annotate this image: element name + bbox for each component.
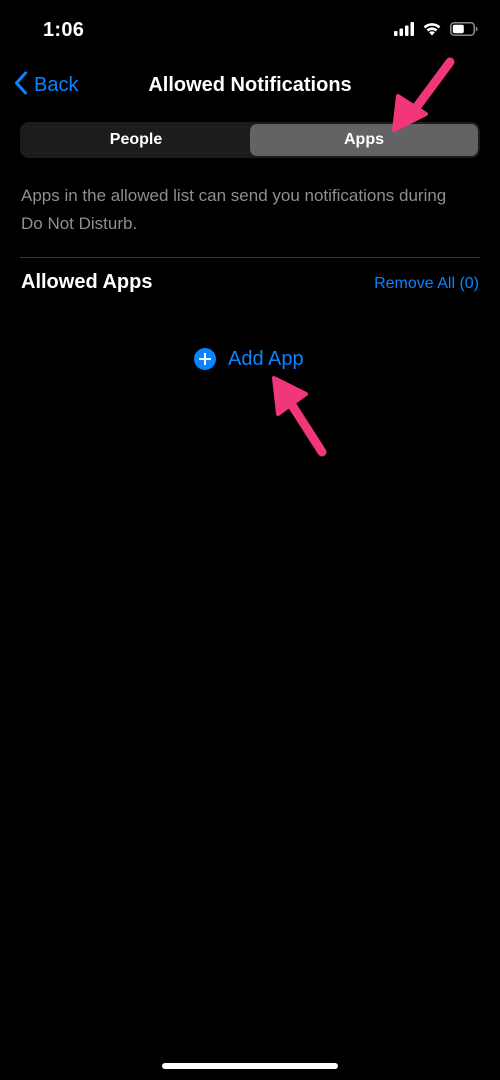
divider [20,257,480,258]
home-indicator[interactable] [162,1063,338,1069]
page-title: Allowed Notifications [148,74,352,96]
add-app-label: Add App [228,347,304,370]
segment-apps[interactable]: Apps [250,124,478,156]
segmented-control: People Apps [20,122,480,158]
annotation-arrow-add-app [272,376,327,457]
status-bar: 1:06 [0,0,500,60]
segment-people[interactable]: People [22,124,250,156]
section-title: Allowed Apps [21,271,153,293]
cellular-signal-icon [394,21,414,41]
add-app-button[interactable]: Add App [194,344,304,374]
wifi-icon [422,21,442,41]
plus-circle-icon [194,348,216,370]
remove-all-button[interactable]: Remove All (0) [374,275,479,293]
status-icons [394,21,478,41]
description-text: Apps in the allowed list can send you no… [21,186,447,233]
navigation-bar: Back Allowed Notifications [0,60,500,112]
battery-icon [450,21,478,41]
status-time: 1:06 [43,19,85,41]
